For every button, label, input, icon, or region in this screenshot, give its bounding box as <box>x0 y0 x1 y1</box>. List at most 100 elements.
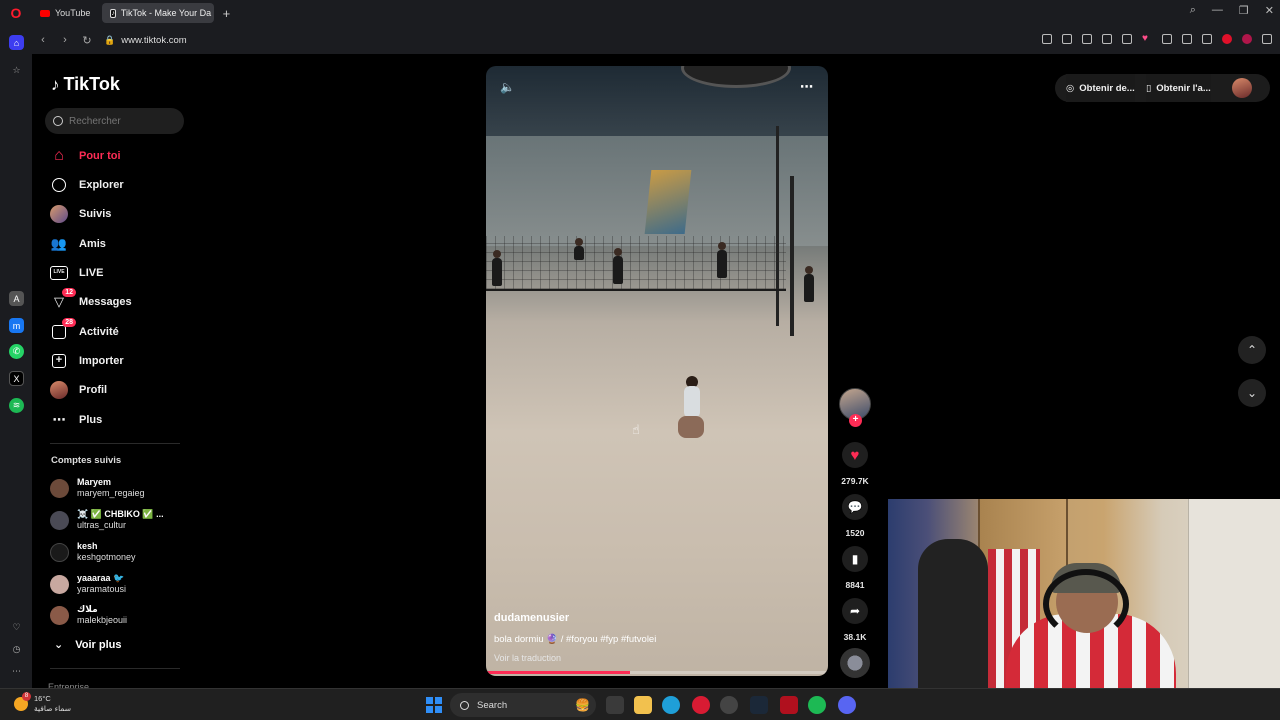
profile-avatar-button[interactable] <box>1232 78 1252 98</box>
save-button[interactable]: ▮ <box>842 546 868 572</box>
opera-logo-icon[interactable]: O <box>0 0 32 26</box>
activity-badge: 28 <box>62 318 76 327</box>
video-player[interactable]: 🔈 ⋯ ☝ dudamenusier bola dormiu 🔮 / #fory… <box>486 66 828 676</box>
search-tabs-icon[interactable]: ⌕ <box>1190 4 1196 17</box>
progress-fill <box>486 671 630 674</box>
steam-icon[interactable] <box>750 696 768 714</box>
weather-widget[interactable]: 16°C سماء صافية 8 <box>14 692 71 714</box>
more-sidebar-icon[interactable]: ⋯ <box>9 664 24 679</box>
video-description[interactable]: bola dormiu 🔮 / #foryou #fyp #futvolei <box>494 634 656 645</box>
x-icon[interactable]: X <box>9 371 24 386</box>
avatar <box>50 574 69 594</box>
followed-account[interactable]: Maryem maryem_regaieg <box>50 474 145 502</box>
nav-live[interactable]: LIVE LIVE <box>50 262 103 284</box>
whatsapp-icon[interactable]: ✆ <box>9 344 24 359</box>
nav-activite[interactable]: 28 Activité <box>50 318 119 343</box>
taskbar-search[interactable]: Search 🍔 <box>450 693 596 717</box>
tab-youtube[interactable]: YouTube <box>32 3 98 23</box>
nav-plus[interactable]: ⋯ Plus <box>50 409 103 431</box>
volume-icon[interactable]: 🔈 <box>500 80 515 94</box>
heart-sidebar-icon[interactable]: ♡ <box>9 620 24 635</box>
forward-button[interactable]: › <box>54 34 76 46</box>
avatar <box>50 478 69 498</box>
spotify-taskbar-icon[interactable] <box>808 696 826 714</box>
video-progress-bar[interactable] <box>486 671 828 674</box>
search-icon <box>53 116 63 126</box>
comment-button[interactable]: 💬 <box>842 494 868 520</box>
search-input[interactable] <box>69 115 169 127</box>
avatar <box>50 542 69 562</box>
followed-account[interactable]: ملاك malekbjeouii <box>50 601 127 629</box>
star-icon[interactable]: ☆ <box>9 63 24 78</box>
nav-importer[interactable]: + Importer <box>50 350 124 372</box>
file-explorer-icon[interactable] <box>634 696 652 714</box>
nav-suivis[interactable]: Suivis <box>50 203 111 225</box>
opera-ai-icon[interactable] <box>1222 34 1232 44</box>
search-box[interactable] <box>45 108 184 134</box>
new-tab-button[interactable]: + <box>218 6 234 21</box>
menu-icon[interactable] <box>1182 34 1192 44</box>
account-name: kesh <box>77 541 98 551</box>
browser-tab-bar: O YouTube ♪ TikTok - Make Your Da + ⌕ — … <box>0 0 1280 26</box>
home-sidebar-icon[interactable]: ⌂ <box>9 35 24 50</box>
heart-icon[interactable]: ♥ <box>1142 34 1152 44</box>
share-button[interactable]: ➦ <box>842 598 868 624</box>
play-icon[interactable] <box>1122 34 1132 44</box>
app-red-icon[interactable] <box>780 696 798 714</box>
extension-icon[interactable] <box>1242 34 1252 44</box>
tab-tiktok[interactable]: ♪ TikTok - Make Your Da <box>102 3 215 23</box>
reload-button[interactable]: ↻ <box>76 34 98 47</box>
back-button[interactable]: ‹ <box>32 34 54 46</box>
nav-pour-toi[interactable]: ⌂ Pour toi <box>50 145 120 167</box>
wallet-icon[interactable] <box>1202 34 1212 44</box>
lock-icon[interactable]: 🔒 <box>104 35 115 46</box>
activity-icon: 28 <box>50 318 76 341</box>
aria-icon[interactable]: A <box>9 291 24 306</box>
shield-icon[interactable] <box>1082 34 1092 44</box>
voir-plus-label: Voir plus <box>75 638 122 651</box>
nav-profil[interactable]: Profil <box>50 379 107 401</box>
nav-label: Activité <box>79 326 119 338</box>
chrome-icon[interactable] <box>720 696 738 714</box>
history-icon[interactable]: ◷ <box>9 642 24 657</box>
tiktok-logo[interactable]: ♪ TikTok <box>51 74 120 95</box>
cube-icon[interactable] <box>1262 34 1272 44</box>
minimize-button[interactable]: — <box>1212 4 1223 17</box>
get-desktop-app-button[interactable]: ◎ Obtenir de... <box>1066 74 1135 102</box>
windows-start-icon[interactable] <box>426 697 442 713</box>
translate-link[interactable]: Voir la traduction <box>494 653 561 663</box>
download-icon[interactable] <box>1162 34 1172 44</box>
spotify-icon[interactable]: ≋ <box>9 398 24 413</box>
followed-account[interactable]: kesh keshgotmoney <box>50 538 136 566</box>
comment-icon: 💬 <box>847 500 863 514</box>
get-mobile-app-button[interactable]: ▯ Obtenir l'a... <box>1146 74 1211 102</box>
next-video-button[interactable]: ⌄ <box>1238 379 1266 407</box>
voir-plus-button[interactable]: ⌄ Voir plus <box>54 638 122 652</box>
nav-messages[interactable]: ▽ 12 Messages <box>50 288 132 313</box>
like-button[interactable]: ♥ <box>842 442 868 468</box>
video-more-icon[interactable]: ⋯ <box>800 79 814 95</box>
edit-icon[interactable] <box>1042 34 1052 44</box>
follow-plus-button[interactable]: + <box>849 414 862 427</box>
discord-icon[interactable] <box>838 696 856 714</box>
task-view-icon[interactable] <box>606 696 624 714</box>
maximize-button[interactable]: ❐ <box>1239 4 1249 17</box>
nav-amis[interactable]: 👥 Amis <box>50 233 106 255</box>
edge-icon[interactable] <box>662 696 680 714</box>
opera-taskbar-icon[interactable] <box>692 696 710 714</box>
followed-account[interactable]: ☠️ ✅ CHBIKO ✅ ... ultras_cultur <box>50 506 164 534</box>
previous-video-button[interactable]: ⌃ <box>1238 336 1266 364</box>
logo-text: TikTok <box>63 74 120 94</box>
nav-explorer[interactable]: Explorer <box>50 174 124 196</box>
net-pole <box>776 126 779 326</box>
followed-account[interactable]: yaaaraa 🐦 yaramatousi <box>50 570 126 598</box>
video-username[interactable]: dudamenusier <box>494 612 569 624</box>
vpn-icon[interactable] <box>1102 34 1112 44</box>
messenger-icon[interactable]: m <box>9 318 24 333</box>
music-disc-icon[interactable] <box>840 648 870 678</box>
camera-icon[interactable] <box>1062 34 1072 44</box>
nav-label: Explorer <box>79 179 124 191</box>
url-field[interactable]: www.tiktok.com <box>121 35 186 46</box>
close-window-button[interactable]: ✕ <box>1265 4 1274 17</box>
account-handle: ultras_cultur <box>77 520 127 530</box>
